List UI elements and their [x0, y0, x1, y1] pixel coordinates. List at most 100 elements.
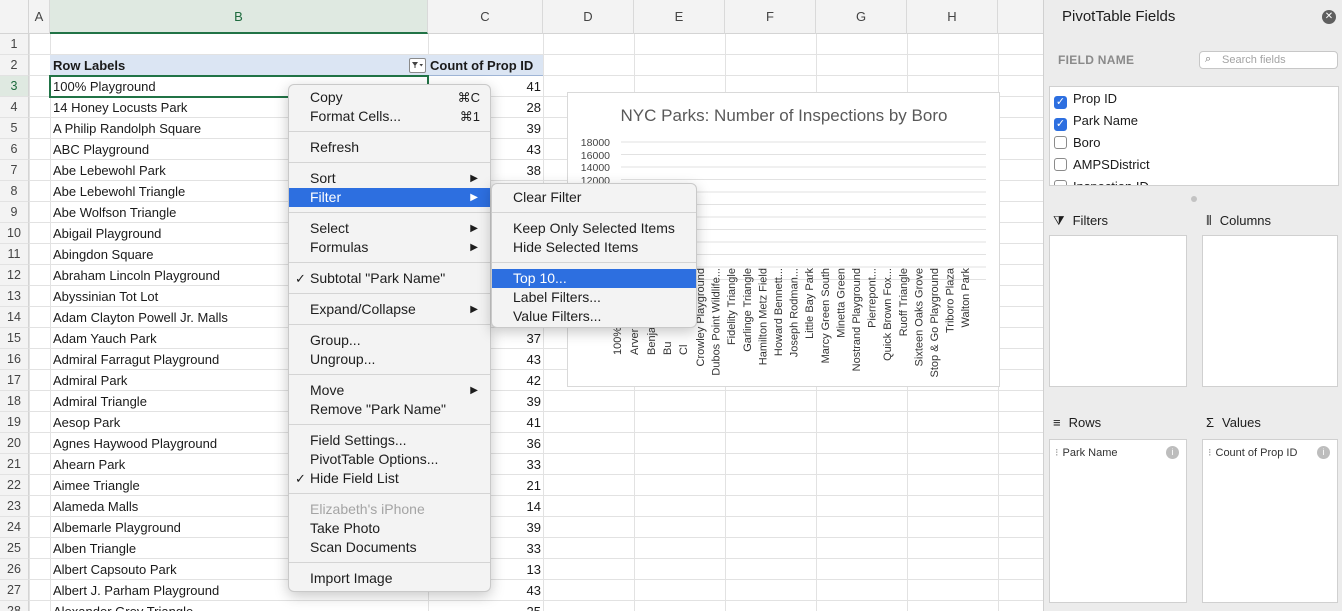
row-header[interactable]: 6 — [0, 139, 29, 160]
menu-item-formulas[interactable]: Formulas ▶ — [289, 238, 490, 257]
row-header[interactable]: 21 — [0, 454, 29, 475]
row-header[interactable]: 12 — [0, 265, 29, 286]
menu-item-filter[interactable]: Filter ▶ — [289, 188, 490, 207]
menu-item-clear-filter[interactable]: Clear Filter — [492, 188, 696, 207]
menu-item-sort[interactable]: Sort ▶ — [289, 169, 490, 188]
x-category-label: Triboro Plaza — [945, 267, 957, 333]
checkbox-icon[interactable] — [1054, 158, 1067, 171]
row-header[interactable]: 25 — [0, 538, 29, 559]
menu-item-import-image[interactable]: Import Image — [289, 569, 490, 588]
column-header-e[interactable]: E — [634, 0, 725, 34]
menu-label-clear-filter: Clear Filter — [513, 189, 582, 205]
menu-item-top-10[interactable]: Top 10... — [492, 269, 696, 288]
field-item[interactable]: Inspection ID — [1054, 177, 1149, 185]
count-cell[interactable]: 25 — [430, 601, 541, 611]
field-item[interactable]: AMPSDistrict — [1054, 155, 1150, 175]
x-category-label: Marcy Green South — [820, 268, 832, 363]
row-header[interactable]: 26 — [0, 559, 29, 580]
column-header-d[interactable]: D — [543, 0, 634, 34]
drag-handle-icon[interactable]: ⁝ — [1055, 447, 1059, 459]
menu-item-label-filters[interactable]: Label Filters... — [492, 288, 696, 307]
column-header-a[interactable]: A — [29, 0, 50, 34]
row-header[interactable]: 2 — [0, 55, 29, 76]
menu-item-format-cells[interactable]: Format Cells... ⌘1 — [289, 107, 490, 126]
menu-item-refresh[interactable]: Refresh — [289, 138, 490, 157]
rows-drop-area[interactable]: ⁝ Park Name i — [1049, 439, 1187, 603]
row-header[interactable]: 22 — [0, 475, 29, 496]
filters-area-label: ⧩ Filters — [1053, 213, 1108, 229]
shortcut-copy: ⌘C — [457, 90, 480, 105]
close-icon[interactable]: ✕ — [1322, 10, 1336, 24]
column-header-f[interactable]: F — [725, 0, 816, 34]
menu-item-scan-documents[interactable]: Scan Documents — [289, 538, 490, 557]
row-header[interactable]: 8 — [0, 181, 29, 202]
drag-handle-icon[interactable]: ⁝ — [1208, 447, 1212, 459]
checkbox-checked-icon[interactable]: ✓ — [1054, 96, 1067, 109]
menu-item-hide-field-list[interactable]: ✓ Hide Field List — [289, 469, 490, 488]
checkbox-icon[interactable] — [1054, 180, 1067, 185]
x-category-label: Hamilton Metz Field — [757, 268, 769, 365]
column-header-c[interactable]: C — [428, 0, 543, 34]
row-labels-filter-button[interactable] — [409, 58, 426, 73]
menu-item-expand-collapse[interactable]: Expand/Collapse ▶ — [289, 300, 490, 319]
row-header[interactable]: 23 — [0, 496, 29, 517]
row-header[interactable]: 7 — [0, 160, 29, 181]
row-header[interactable]: 20 — [0, 433, 29, 454]
row-header[interactable]: 14 — [0, 307, 29, 328]
menu-item-remove-field[interactable]: Remove "Park Name" — [289, 400, 490, 419]
row-header[interactable]: 3 — [0, 76, 29, 97]
columns-drop-area[interactable] — [1202, 235, 1338, 387]
menu-item-select[interactable]: Select ▶ — [289, 219, 490, 238]
park-name-cell[interactable]: Alexander Grey Triangle — [53, 601, 423, 611]
row-header[interactable]: 10 — [0, 223, 29, 244]
x-category-label: Fidelity Triangle — [726, 268, 738, 345]
menu-item-ungroup[interactable]: Ungroup... — [289, 350, 490, 369]
menu-item-copy[interactable]: Copy ⌘C — [289, 88, 490, 107]
field-item[interactable]: Boro — [1054, 133, 1100, 153]
menu-item-value-filters[interactable]: Value Filters... — [492, 307, 696, 326]
row-header[interactable]: 4 — [0, 97, 29, 118]
row-header[interactable]: 9 — [0, 202, 29, 223]
field-item[interactable]: ✓ Prop ID — [1054, 89, 1117, 109]
menu-item-keep-only-selected[interactable]: Keep Only Selected Items — [492, 219, 696, 238]
checkbox-icon[interactable] — [1054, 136, 1067, 149]
menu-item-subtotal[interactable]: ✓ Subtotal "Park Name" — [289, 269, 490, 288]
rows-field-chip[interactable]: ⁝ Park Name i — [1055, 445, 1181, 461]
select-all-corner[interactable] — [0, 0, 29, 34]
column-header-h[interactable]: H — [907, 0, 998, 34]
row-header[interactable]: 16 — [0, 349, 29, 370]
row-header[interactable]: 27 — [0, 580, 29, 601]
checkbox-checked-icon[interactable]: ✓ — [1054, 118, 1067, 131]
menu-label-pivottable-options: PivotTable Options... — [310, 451, 439, 467]
row-header[interactable]: 18 — [0, 391, 29, 412]
values-field-chip[interactable]: ⁝ Count of Prop ID i — [1208, 445, 1332, 461]
menu-item-take-photo[interactable]: Take Photo — [289, 519, 490, 538]
menu-item-group[interactable]: Group... — [289, 331, 490, 350]
splitter-handle[interactable] — [1191, 196, 1197, 202]
row-header[interactable]: 17 — [0, 370, 29, 391]
field-item[interactable]: ✓ Park Name — [1054, 111, 1138, 131]
row-header[interactable]: 15 — [0, 328, 29, 349]
search-fields-input[interactable]: ⌕ Search fields — [1199, 51, 1338, 69]
menu-item-move[interactable]: Move ▶ — [289, 381, 490, 400]
row-header[interactable]: 11 — [0, 244, 29, 265]
menu-item-hide-selected[interactable]: Hide Selected Items — [492, 238, 696, 257]
values-drop-area[interactable]: ⁝ Count of Prop ID i — [1202, 439, 1338, 603]
row-header[interactable]: 1 — [0, 34, 29, 55]
column-header-g[interactable]: G — [816, 0, 907, 34]
row-header[interactable]: 13 — [0, 286, 29, 307]
row-header[interactable]: 28 — [0, 601, 29, 611]
filter-submenu: Clear Filter Keep Only Selected Items Hi… — [491, 183, 697, 328]
menu-label-format-cells: Format Cells... — [310, 108, 402, 124]
menu-label-copy: Copy — [310, 89, 343, 105]
column-header-b[interactable]: B — [50, 0, 428, 34]
menu-item-pivottable-options[interactable]: PivotTable Options... — [289, 450, 490, 469]
row-header[interactable]: 5 — [0, 118, 29, 139]
info-icon[interactable]: i — [1317, 446, 1330, 459]
filters-drop-area[interactable] — [1049, 235, 1187, 387]
info-icon[interactable]: i — [1166, 446, 1179, 459]
x-category-label: Stop & Go Playground — [929, 268, 941, 377]
row-header[interactable]: 19 — [0, 412, 29, 433]
menu-item-field-settings[interactable]: Field Settings... — [289, 431, 490, 450]
row-header[interactable]: 24 — [0, 517, 29, 538]
